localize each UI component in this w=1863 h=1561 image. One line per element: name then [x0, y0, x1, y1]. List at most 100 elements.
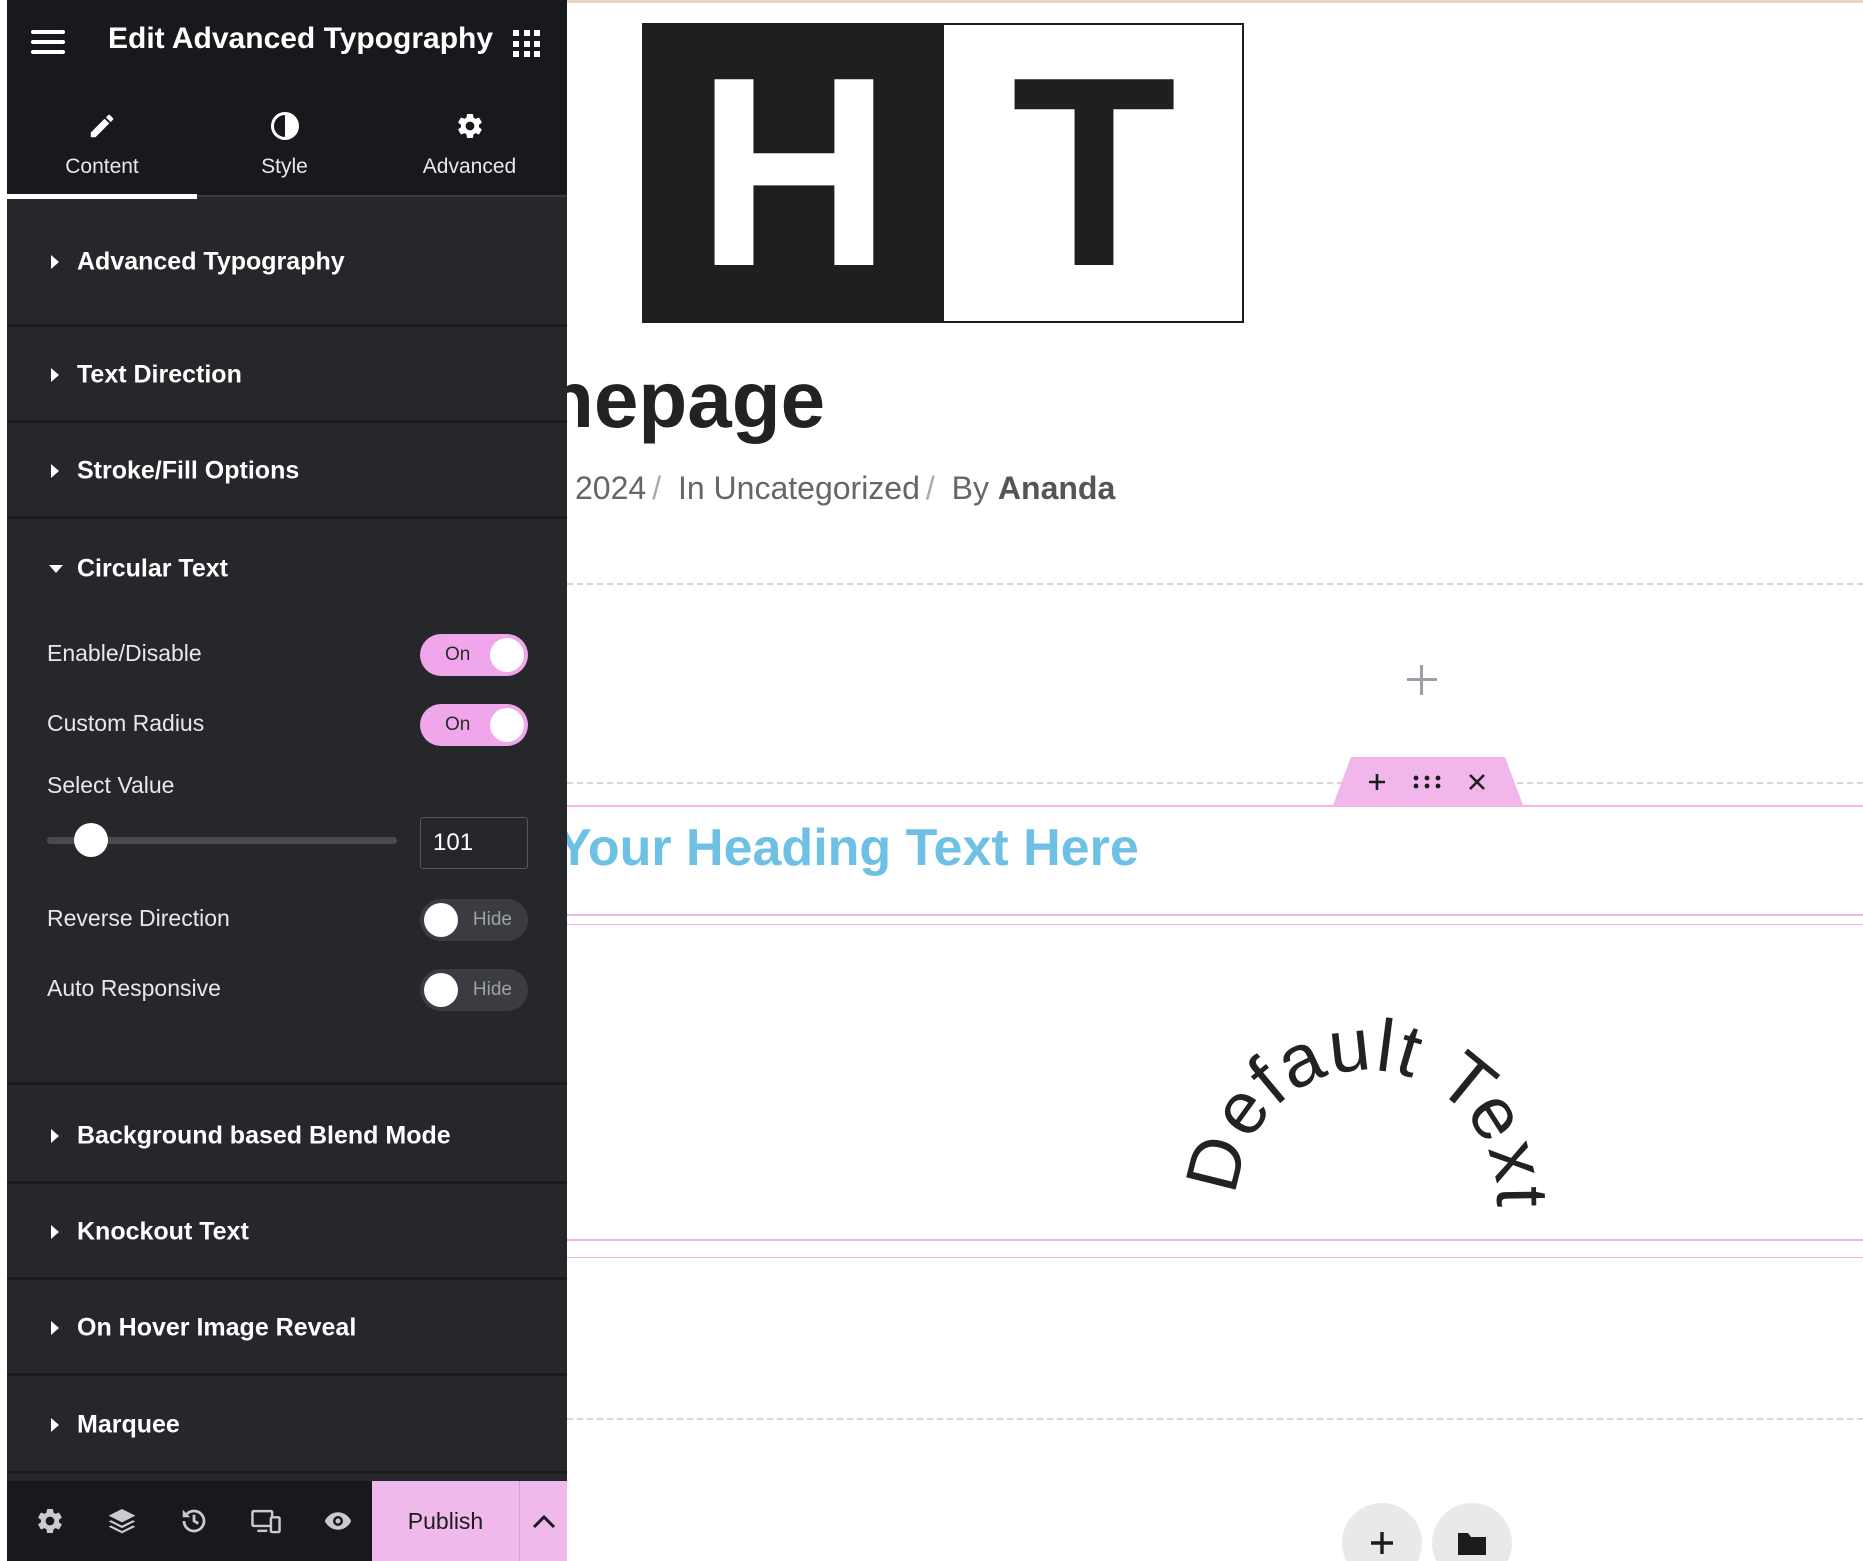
toggle-knob: [424, 903, 458, 937]
page-canvas: H T nepage 2024/ In Uncategorized / By An…: [567, 0, 1863, 1561]
select-value-label: Select Value: [47, 772, 175, 798]
meta-separator: /: [652, 470, 662, 506]
tab-label: Content: [65, 155, 139, 178]
heading-widget[interactable]: Your Heading Text Here: [567, 819, 1139, 877]
custom-radius-label: Custom Radius: [47, 710, 205, 736]
tab-style[interactable]: Style: [197, 83, 372, 197]
meta-date: 2024: [575, 470, 647, 506]
reverse-direction-toggle[interactable]: Hide: [420, 899, 528, 941]
auto-responsive-label: Auto Responsive: [47, 975, 221, 1001]
meta-separator: /: [925, 470, 935, 506]
toggle-knob: [490, 638, 524, 672]
meta-by: By: [951, 470, 990, 506]
section-label: Marquee: [77, 1410, 180, 1439]
gear-icon: [372, 107, 567, 145]
circular-widget-border: [567, 1239, 1863, 1241]
top-border: [567, 0, 1863, 3]
panel-header: Edit Advanced Typography: [7, 0, 567, 83]
plus-icon: [1371, 1532, 1393, 1554]
post-meta: 2024/ In Uncategorized / By Ananda: [575, 470, 1115, 507]
tab-label: Advanced: [422, 155, 517, 178]
toggle-text: Hide: [472, 979, 512, 1000]
section-label: Text Direction: [77, 360, 242, 389]
chevron-up-icon[interactable]: [519, 1481, 567, 1561]
caret-right-icon: [51, 1129, 59, 1143]
publish-button[interactable]: Publish: [372, 1481, 519, 1561]
add-section-plus-icon[interactable]: [1405, 663, 1439, 697]
toggle-knob: [424, 973, 458, 1007]
add-plus-icon[interactable]: [1359, 765, 1395, 799]
section-label: Circular Text: [77, 554, 228, 582]
radius-value-input[interactable]: [420, 817, 528, 869]
editor-panel: Edit Advanced Typography Content Style A…: [0, 0, 567, 1561]
history-icon[interactable]: [159, 1481, 229, 1561]
section-marquee[interactable]: Marquee: [7, 1379, 567, 1474]
logo-letter-h: H: [696, 23, 892, 323]
section-stroke-fill[interactable]: Stroke/Fill Options: [7, 426, 567, 519]
toggle-text: On: [445, 644, 471, 665]
gear-icon[interactable]: [15, 1481, 85, 1561]
pencil-icon: [7, 107, 197, 145]
caret-right-icon: [51, 1321, 59, 1335]
circular-text: Default Text: [1169, 1002, 1547, 1210]
section-blend-mode[interactable]: Background based Blend Mode: [7, 1091, 567, 1184]
enable-toggle[interactable]: On: [420, 634, 528, 676]
caret-right-icon: [51, 1225, 59, 1239]
section-hover-image-reveal[interactable]: On Hover Image Reveal: [7, 1283, 567, 1376]
auto-responsive-toggle[interactable]: Hide: [420, 969, 528, 1011]
caret-right-icon: [51, 368, 59, 382]
section-label: Knockout Text: [77, 1217, 249, 1246]
section-text-direction[interactable]: Text Direction: [7, 330, 567, 423]
caret-right-icon: [51, 1418, 59, 1432]
section-label: On Hover Image Reveal: [77, 1313, 357, 1342]
section-circular-text[interactable]: Circular Text: [7, 522, 567, 615]
enable-label: Enable/Disable: [47, 640, 202, 666]
drag-handle-icon[interactable]: [1409, 765, 1445, 799]
custom-radius-toggle[interactable]: On: [420, 704, 528, 746]
contrast-icon: [197, 107, 372, 145]
close-icon[interactable]: [1459, 765, 1495, 799]
tab-advanced[interactable]: Advanced: [372, 83, 567, 197]
menu-icon[interactable]: [31, 30, 65, 54]
folder-icon: [1458, 1533, 1486, 1555]
section-divider: [567, 583, 1863, 585]
panel-title: Edit Advanced Typography: [108, 22, 494, 55]
radius-slider-handle[interactable]: [73, 823, 108, 857]
panel-footer: Publish: [7, 1481, 567, 1561]
section-edit-handle: [1333, 757, 1523, 805]
editor-root: Edit Advanced Typography Content Style A…: [0, 0, 1863, 1561]
circular-text-controls: Enable/Disable On Custom Radius On Selec…: [7, 615, 567, 1085]
caret-right-icon: [51, 464, 59, 478]
section-divider: [567, 782, 1863, 784]
widgets-grid-icon[interactable]: [513, 30, 540, 57]
site-logo[interactable]: H T: [642, 23, 1244, 323]
toggle-text: Hide: [472, 909, 512, 930]
page-title: nepage: [567, 355, 826, 444]
layers-icon[interactable]: [87, 1481, 157, 1561]
section-knockout-text[interactable]: Knockout Text: [7, 1187, 567, 1280]
section-divider: [567, 1418, 1863, 1420]
tab-label: Style: [261, 155, 308, 178]
panel-tabs: Content Style Advanced: [7, 83, 567, 199]
caret-right-icon: [51, 254, 59, 269]
logo-letter-t: T: [1011, 23, 1177, 323]
section-label: Background based Blend Mode: [77, 1121, 451, 1150]
responsive-icon[interactable]: [231, 1481, 301, 1561]
reverse-direction-label: Reverse Direction: [47, 905, 230, 931]
panel-edge: [0, 0, 7, 1561]
add-template-button[interactable]: [1432, 1503, 1512, 1561]
toggle-text: On: [445, 714, 471, 735]
add-section-button[interactable]: [1342, 1503, 1422, 1561]
heading-widget-border: [567, 805, 1863, 807]
circular-text-widget[interactable]: Default Text: [1167, 900, 1547, 1230]
section-label: Stroke/Fill Options: [77, 456, 300, 485]
meta-category[interactable]: In Uncategorized: [678, 470, 920, 506]
caret-down-icon: [49, 564, 63, 573]
tab-content[interactable]: Content: [7, 83, 197, 199]
circular-widget-border: [567, 1257, 1863, 1258]
meta-author[interactable]: Ananda: [998, 470, 1115, 506]
section-label: Advanced Typography: [77, 247, 345, 275]
eye-icon[interactable]: [303, 1481, 373, 1561]
section-advanced-typography[interactable]: Advanced Typography: [7, 199, 567, 327]
toggle-knob: [490, 708, 524, 742]
